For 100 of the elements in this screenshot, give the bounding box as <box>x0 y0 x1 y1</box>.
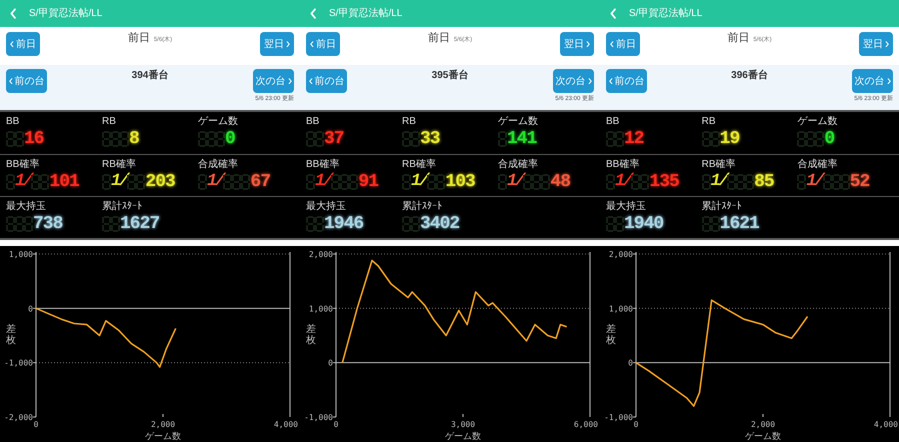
unlit-segments-drawing <box>498 131 507 147</box>
unlit-segments-drawing <box>306 131 324 147</box>
y-tick-label: -1,000 <box>304 413 333 422</box>
segment-value: 48 <box>550 173 570 191</box>
next-day-button[interactable]: 翌日 <box>260 32 294 56</box>
x-tick-label: 4,000 <box>874 420 898 429</box>
chevron-left-icon <box>308 78 312 84</box>
unlit-segments-drawing <box>331 174 358 190</box>
x-tick-label: 6,000 <box>574 420 598 429</box>
unlit-segments-drawing <box>402 216 420 232</box>
unlit-segments-drawing <box>102 131 129 147</box>
stat-label: ゲーム数 <box>797 116 838 128</box>
back-icon <box>310 8 317 20</box>
back-button[interactable] <box>10 8 17 20</box>
stat-label: RB <box>702 116 717 128</box>
x-tick-label: 0 <box>34 420 38 429</box>
y-tick-label: 0 <box>628 358 633 368</box>
next-day-button[interactable]: 翌日 <box>859 32 893 56</box>
unlit-segments-drawing <box>198 131 225 147</box>
chevron-right-icon <box>885 40 889 48</box>
stat-label: 合成確率 <box>498 159 539 171</box>
prev-day-button[interactable]: 前日 <box>606 32 640 56</box>
ratio-prefix: 1/ <box>111 173 128 191</box>
chevron-left-icon <box>608 78 612 84</box>
segment-value: 1946 <box>324 215 364 233</box>
segment-value: 203 <box>145 173 175 191</box>
ratio-prefix: 1/ <box>15 173 32 191</box>
unlit-segments-drawing <box>606 174 615 190</box>
unlit-segments-drawing <box>523 174 550 190</box>
stat-label: RB確率 <box>702 159 737 171</box>
y-tick-label: 0 <box>328 358 333 368</box>
stat-label: ゲーム数 <box>198 116 239 128</box>
x-axis-title: ゲーム数 <box>745 431 781 441</box>
stat-label: BB確率 <box>606 159 640 171</box>
segment-value: 103 <box>445 173 475 191</box>
prev-machine-button[interactable]: 前の台 <box>6 69 47 93</box>
segment-value: 1940 <box>624 215 664 233</box>
unlit-segments-drawing <box>223 174 250 190</box>
stat-label: 最大持玉 <box>606 201 647 213</box>
next-machine-button[interactable]: 次の台 <box>553 69 594 93</box>
segment-value: 0 <box>824 130 834 148</box>
segment-value: 141 <box>507 130 536 148</box>
back-icon <box>610 8 617 20</box>
y-tick-label: 1,000 <box>8 250 33 259</box>
segment-value: 52 <box>850 173 870 191</box>
segment-value: 135 <box>649 173 679 191</box>
prev-day-button[interactable]: 前日 <box>306 32 340 56</box>
unlit-segments-drawing <box>6 131 24 147</box>
x-tick-label: 4,000 <box>274 420 298 429</box>
chevron-left-icon <box>310 40 314 48</box>
x-axis-title: ゲーム数 <box>145 431 181 441</box>
unlit-segments-drawing <box>6 174 15 190</box>
back-button[interactable] <box>310 8 317 20</box>
chevron-left-icon <box>8 78 12 84</box>
ratio-prefix: 1/ <box>315 173 332 191</box>
header-title: S/甲賀忍法帖/LL <box>629 6 702 21</box>
unlit-segments-drawing <box>498 174 507 190</box>
segment-value: 19 <box>720 130 740 148</box>
chevron-right-icon <box>588 78 592 84</box>
day-title: 前日 <box>727 31 750 46</box>
y-tick-label: 2,000 <box>608 250 633 259</box>
x-tick-label: 0 <box>634 420 638 429</box>
machine-number: 394番台 <box>132 68 168 83</box>
chevron-right-icon <box>886 78 890 84</box>
segment-value: 91 <box>358 173 378 191</box>
unlit-segments-drawing <box>402 174 411 190</box>
stat-label: 累計ｽﾀｰﾄ <box>402 201 443 213</box>
prev-machine-button[interactable]: 前の台 <box>306 69 347 93</box>
unlit-segments-drawing <box>6 216 33 232</box>
stat-label: RB確率 <box>102 159 137 171</box>
y-axis-title: 差枚 <box>306 324 316 346</box>
back-button[interactable] <box>610 8 617 20</box>
segment-value: 8 <box>129 130 139 148</box>
next-machine-button[interactable]: 次の台 <box>253 69 294 93</box>
segment-value: 16 <box>24 130 44 148</box>
unlit-segments-drawing <box>102 216 120 232</box>
chevron-left-icon <box>10 40 14 48</box>
chevron-right-icon <box>288 78 292 84</box>
unlit-segments-drawing <box>702 216 720 232</box>
unlit-segments-drawing <box>702 131 720 147</box>
next-day-button[interactable]: 翌日 <box>560 32 594 56</box>
y-tick-label: -1,000 <box>604 413 633 422</box>
y-tick-label: -1,000 <box>4 358 33 368</box>
unlit-segments-drawing <box>31 174 50 190</box>
machine-number: 395番台 <box>432 68 468 83</box>
prev-machine-button[interactable]: 前の台 <box>606 69 647 93</box>
y-tick-label: 1,000 <box>608 304 633 314</box>
prev-day-button[interactable]: 前日 <box>6 32 40 56</box>
stat-label: 最大持玉 <box>6 201 47 213</box>
x-tick-label: 3,000 <box>450 420 476 429</box>
chevron-left-icon <box>610 40 614 48</box>
segment-value: 67 <box>250 173 270 191</box>
stat-label: 合成確率 <box>198 159 239 171</box>
segment-value: 0 <box>225 130 235 148</box>
unlit-segments-drawing <box>727 174 754 190</box>
stat-label: ゲーム数 <box>498 116 539 128</box>
stat-label: BB確率 <box>6 159 40 171</box>
back-icon <box>10 8 17 20</box>
unlit-segments-drawing <box>306 174 315 190</box>
next-machine-button[interactable]: 次の台 <box>852 69 893 93</box>
